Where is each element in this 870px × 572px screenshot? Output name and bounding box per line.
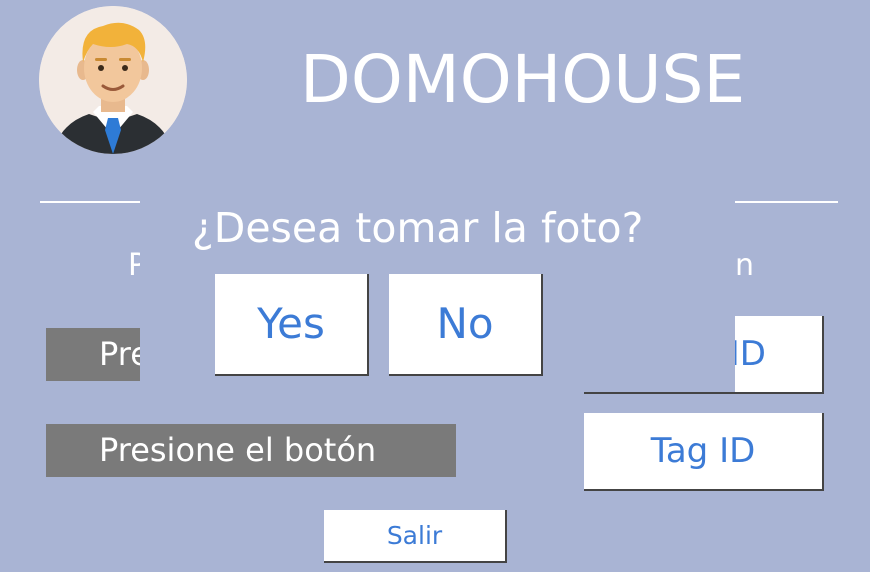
exit-button[interactable]: Salir <box>324 510 507 563</box>
user-avatar-icon <box>39 6 187 154</box>
yes-button[interactable]: Yes <box>215 274 369 376</box>
dialog-question: ¿Desea tomar la foto? <box>192 204 644 252</box>
left-button-1[interactable]: Pre <box>46 328 140 381</box>
right-section-label: n <box>735 248 755 283</box>
divider-left <box>40 201 140 203</box>
tag-id-button[interactable]: Tag ID <box>584 413 824 491</box>
no-button[interactable]: No <box>389 274 543 376</box>
left-section-label: P <box>128 248 140 283</box>
app-title: DOMOHOUSE <box>300 41 746 118</box>
divider-right <box>735 201 838 203</box>
press-button[interactable]: Presione el botón <box>46 424 456 477</box>
